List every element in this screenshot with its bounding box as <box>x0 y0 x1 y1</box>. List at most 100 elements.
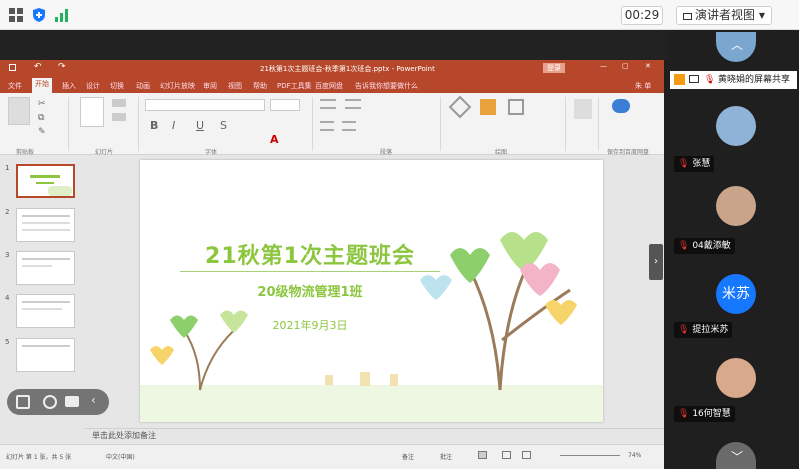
comments-button[interactable]: 批注 <box>440 452 452 461</box>
paste-button[interactable] <box>8 97 30 125</box>
sorter-view-icon[interactable] <box>502 451 511 459</box>
tab-baidu[interactable]: 百度网盘 <box>315 81 343 91</box>
divider <box>440 97 441 151</box>
arrange-icon[interactable] <box>480 99 496 115</box>
minimize-button[interactable]: — <box>600 62 607 70</box>
slide-thumbnail[interactable] <box>16 294 75 328</box>
chevron-down-icon: ▼ <box>758 11 765 20</box>
grid-icon[interactable] <box>8 7 24 23</box>
slide-thumbnail[interactable] <box>16 338 75 372</box>
avatar-initials: 米苏 <box>716 274 756 314</box>
participant-name: 🎙 16何智慧 <box>674 406 735 422</box>
divider <box>138 97 139 151</box>
format-painter-icon[interactable]: ✎ <box>38 127 46 137</box>
save-icon[interactable] <box>9 64 16 71</box>
tell-me-search[interactable]: 告诉我你想要做什么 <box>355 81 418 91</box>
tab-design[interactable]: 设计 <box>86 81 100 91</box>
participant-tile[interactable]: 米苏 🎙 提拉米苏 <box>668 252 799 338</box>
chevron-up-icon[interactable]: ︿ <box>731 36 743 53</box>
normal-view-icon[interactable] <box>478 451 487 459</box>
tab-animations[interactable]: 动画 <box>136 81 150 91</box>
tab-view[interactable]: 视图 <box>228 81 242 91</box>
login-button[interactable]: 登录 <box>543 63 565 73</box>
shapes-icon[interactable] <box>448 95 472 119</box>
tab-help[interactable]: 帮助 <box>253 81 267 91</box>
undo-icon[interactable]: ↶ <box>34 62 42 72</box>
zoom-level[interactable]: 74% <box>628 452 641 459</box>
group-drawing: 绘图 <box>495 149 508 156</box>
name-text: 04戴添敏 <box>692 241 731 251</box>
tab-insert[interactable]: 插入 <box>62 81 76 91</box>
name-text: 16何智慧 <box>692 409 731 419</box>
maximize-button[interactable]: ▢ <box>622 62 629 70</box>
chevron-left-icon[interactable]: ‹ <box>91 393 96 407</box>
tab-transitions[interactable]: 切换 <box>110 81 124 91</box>
redo-icon[interactable]: ↷ <box>58 62 66 72</box>
ribbon-tabs: 文件 开始 插入 设计 切换 动画 幻灯片放映 审阅 视图 帮助 PDF工具集 … <box>0 77 664 93</box>
participant-tile[interactable]: 🎙 16何智慧 <box>668 332 799 422</box>
bullets-icon[interactable] <box>320 99 336 109</box>
reset-icon[interactable] <box>112 113 126 121</box>
group-paragraph: 段落 <box>380 149 393 156</box>
notes-area[interactable]: 单击此处添加备注 <box>84 428 664 442</box>
underline-button[interactable]: U <box>196 119 204 132</box>
signal-icon[interactable] <box>54 7 70 23</box>
slide-canvas[interactable]: 21秋第1次主题班会 20级物流管理1班 2021年9月3日 <box>140 160 603 422</box>
copy-icon[interactable]: ⧉ <box>38 113 44 123</box>
thumb-number: 1 <box>5 164 10 172</box>
notes-button[interactable]: 备注 <box>402 452 414 461</box>
screen-share-icon <box>689 75 699 83</box>
ppt-title: 21秋第1次主题班会-秋季第1次班会.pptx - PowerPoint <box>260 65 435 73</box>
zoom-slider[interactable] <box>560 455 620 456</box>
chat-icon[interactable] <box>65 396 79 407</box>
mic-muted-icon: 🎙 <box>678 159 690 169</box>
tab-slideshow[interactable]: 幻灯片放映 <box>160 81 195 91</box>
status-bar: 幻灯片 第 1 张，共 5 张 中文(中国) 备注 批注 74% <box>0 444 664 469</box>
shield-icon[interactable] <box>31 7 47 23</box>
presenter-view-button[interactable]: 演讲者视图 ▼ <box>676 6 772 25</box>
cut-icon[interactable]: ✂ <box>38 99 46 109</box>
avatar <box>716 106 756 146</box>
close-button[interactable]: ✕ <box>645 62 651 70</box>
panel-collapse-button[interactable]: › <box>649 244 663 280</box>
font-size-select[interactable] <box>270 99 300 111</box>
bold-button[interactable]: B <box>150 119 158 132</box>
presenter-view-label: 演讲者视图 <box>695 8 756 22</box>
tab-pdf[interactable]: PDF工具集 <box>277 81 312 91</box>
strike-button[interactable]: S <box>220 119 227 132</box>
tab-review[interactable]: 审阅 <box>203 81 217 91</box>
new-slide-button[interactable] <box>80 97 104 127</box>
slide-thumbnail[interactable] <box>16 251 75 285</box>
layout-icon[interactable] <box>112 99 126 107</box>
reading-view-icon[interactable] <box>522 451 531 459</box>
group-font: 字体 <box>205 149 218 156</box>
align-left-icon[interactable] <box>320 121 334 131</box>
slide-thumbnail[interactable] <box>16 208 75 242</box>
font-color-button[interactable]: A <box>270 133 279 146</box>
thumb-number: 2 <box>5 208 10 216</box>
meeting-top-bar: 00:29 演讲者视图 ▼ <box>0 0 799 30</box>
tab-file[interactable]: 文件 <box>8 81 22 91</box>
mic-muted-icon: 🎙 <box>678 241 690 251</box>
tab-home[interactable]: 开始 <box>32 78 52 93</box>
quick-styles-icon[interactable] <box>508 99 524 115</box>
divider <box>565 97 566 151</box>
baidu-cloud-icon[interactable] <box>612 99 630 113</box>
floating-toolbar: ‹ <box>7 389 109 415</box>
name-text: 张慧 <box>692 159 711 169</box>
align-center-icon[interactable] <box>342 121 356 131</box>
participant-tile[interactable]: 🎙 04戴添敏 <box>668 172 799 254</box>
participant-tile[interactable]: 🎙 张慧 <box>668 92 799 172</box>
chevron-down-icon[interactable]: ﹀ <box>731 448 743 465</box>
apps-icon[interactable] <box>16 395 30 409</box>
italic-button[interactable]: I <box>172 119 175 132</box>
emoji-icon[interactable] <box>43 395 57 409</box>
share-label: 黄晓娟的屏幕共享 <box>718 75 791 85</box>
slide-thumbnail[interactable] <box>16 164 75 198</box>
font-name-select[interactable] <box>145 99 265 111</box>
user-name: 朱 单 <box>635 82 652 90</box>
edit-button[interactable] <box>574 99 592 119</box>
divider <box>312 97 313 151</box>
numbering-icon[interactable] <box>345 99 361 109</box>
mic-muted-icon: 🎙 <box>704 75 716 85</box>
